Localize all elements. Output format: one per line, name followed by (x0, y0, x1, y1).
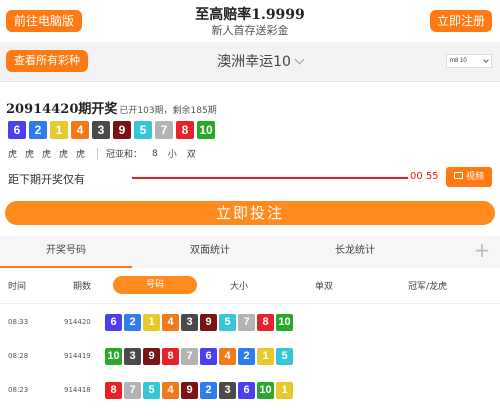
history-list: 08:33 914420 6 2 1 4 3 9 5 7 8 10 08:28 914419 10… (0, 305, 500, 407)
number-ball: 3 (92, 121, 110, 139)
history-row: 08:28 914419 10 3 9 8 7 6 4 2 1 5 (0, 339, 500, 373)
number-ball: 6 (105, 314, 122, 331)
lottery-dropdown[interactable]: 澳洲幸运10 (200, 50, 320, 74)
tab-long-dragon-stats[interactable]: 长龙统计 (290, 236, 420, 268)
number-ball: 8 (105, 382, 122, 399)
number-ball: 3 (124, 348, 141, 365)
promo-subtitle: 新人首存送彩金 (211, 24, 289, 37)
zodiac-5: 虎 (76, 150, 86, 160)
number-ball: 1 (257, 348, 274, 365)
number-ball: 9 (181, 382, 198, 399)
number-ball: 8 (162, 348, 179, 365)
draw-stats-row: 虎 虎 虎 虎 虎 冠亚和： 8 小 双 (8, 147, 206, 160)
guanya-sum: 8 (152, 148, 158, 159)
zodiac-2: 虎 (25, 150, 35, 160)
latest-draw-numbers: 6 2 1 4 3 9 5 7 8 10 (8, 121, 215, 139)
number-ball: 5 (219, 314, 236, 331)
col-big-small-toggle[interactable]: 大小 (230, 279, 248, 292)
number-ball: 10 (105, 348, 122, 365)
lottery-selector-bar: 查看所有彩种 澳洲幸运10 m8 10 (0, 42, 500, 82)
number-ball: 2 (124, 314, 141, 331)
number-ball: 10 (276, 314, 293, 331)
video-icon (453, 172, 463, 179)
number-ball: 6 (200, 348, 217, 365)
col-time: 时间 (8, 282, 27, 292)
guanya-size: 小 (167, 150, 177, 160)
countdown-time: 00 55 (410, 171, 439, 182)
col-number-toggle[interactable]: 号码 (113, 276, 197, 294)
history-row: 08:33 914420 6 2 1 4 3 9 5 7 8 10 (0, 305, 500, 339)
number-ball: 5 (134, 121, 152, 139)
register-button[interactable]: 立即注册 (430, 10, 492, 32)
number-ball: 4 (162, 314, 179, 331)
number-ball: 9 (200, 314, 217, 331)
col-issue: 期数 (73, 282, 92, 292)
number-ball: 2 (29, 121, 47, 139)
number-ball: 2 (238, 348, 255, 365)
row-numbers: 10 3 9 8 7 6 4 2 1 5 (105, 348, 293, 365)
number-ball: 1 (50, 121, 68, 139)
number-ball: 1 (143, 314, 160, 331)
page-title: 至高赔率1.9999 (195, 7, 305, 23)
mini-select[interactable]: m8 10 (446, 54, 492, 68)
tab-draw-numbers[interactable]: 开奖号码 (0, 236, 132, 268)
number-ball: 6 (8, 121, 26, 139)
zodiac-4: 虎 (59, 150, 69, 160)
number-ball: 4 (71, 121, 89, 139)
number-ball: 7 (124, 382, 141, 399)
row-issue: 914419 (64, 352, 91, 360)
divider (97, 147, 98, 160)
number-ball: 1 (276, 382, 293, 399)
number-ball: 7 (238, 314, 255, 331)
number-ball: 9 (113, 121, 131, 139)
number-ball: 3 (181, 314, 198, 331)
row-numbers: 6 2 1 4 3 9 5 7 8 10 (105, 314, 293, 331)
video-button-label: 视频 (465, 172, 484, 182)
zodiac-3: 虎 (42, 150, 52, 160)
video-button[interactable]: 视频 (446, 167, 492, 187)
number-ball: 9 (143, 348, 160, 365)
chevron-down-icon (294, 54, 305, 65)
guanya-oddeven: 双 (186, 150, 196, 160)
number-ball: 4 (162, 382, 179, 399)
draw-header: 20914420期开奖 已开103期，剩余185期 (6, 98, 217, 117)
number-ball: 10 (257, 382, 274, 399)
col-odd-even-toggle[interactable]: 单双 (315, 279, 333, 292)
number-ball: 6 (238, 382, 255, 399)
countdown-progress-line (132, 177, 408, 179)
all-lotteries-button[interactable]: 查看所有彩种 (6, 50, 88, 72)
history-row: 08:23 914418 8 7 5 4 9 2 3 6 10 1 (0, 373, 500, 407)
col-dragon-tiger-toggle[interactable]: 冠军/龙虎 (408, 279, 447, 292)
row-numbers: 8 7 5 4 9 2 3 6 10 1 (105, 382, 293, 399)
number-ball: 7 (155, 121, 173, 139)
number-ball: 8 (176, 121, 194, 139)
number-ball: 2 (200, 382, 217, 399)
desktop-version-button[interactable]: 前往电脑版 (6, 10, 82, 32)
row-time: 08:33 (8, 318, 29, 326)
countdown-label: 距下期开奖仅有 (8, 173, 85, 186)
row-time: 08:23 (8, 386, 29, 394)
row-time: 08:28 (8, 352, 29, 360)
history-column-headers: 时间 期数 号码 大小 单双 冠军/龙虎 (0, 268, 500, 304)
number-ball: 5 (276, 348, 293, 365)
number-ball: 10 (197, 121, 215, 139)
bet-now-button[interactable]: 立即投注 (5, 201, 495, 225)
plus-icon[interactable]: + (470, 236, 494, 268)
number-ball: 7 (181, 348, 198, 365)
zodiac-1: 虎 (8, 150, 18, 160)
number-ball: 4 (219, 348, 236, 365)
stats-tabs: 开奖号码 双面统计 长龙统计 + (0, 236, 500, 268)
guanya-label: 冠亚和： (106, 150, 143, 160)
row-issue: 914418 (64, 386, 91, 394)
number-ball: 3 (219, 382, 236, 399)
draw-issue: 20914420期开奖 (6, 102, 118, 117)
countdown-row: 距下期开奖仅有 00 55 视频 (0, 166, 500, 190)
number-ball: 5 (143, 382, 160, 399)
row-issue: 914420 (64, 318, 91, 326)
draw-progress: 已开103期，剩余185期 (119, 106, 217, 116)
top-bar: 前往电脑版 至高赔率1.9999 新人首存送彩金 立即注册 (0, 0, 500, 42)
tab-two-side-stats[interactable]: 双面统计 (145, 236, 275, 268)
lottery-name: 澳洲幸运10 (217, 54, 291, 70)
number-ball: 8 (257, 314, 274, 331)
